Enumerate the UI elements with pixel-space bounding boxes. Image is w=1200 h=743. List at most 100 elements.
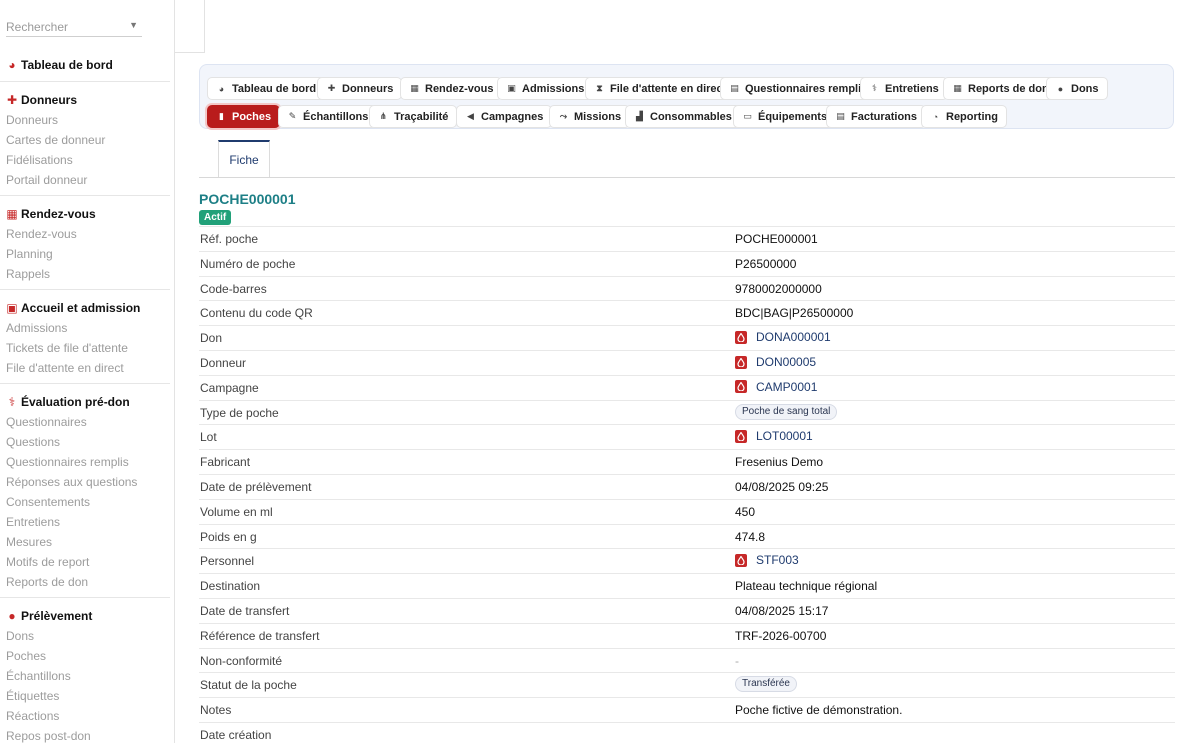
record-link[interactable]: STF003: [735, 553, 799, 567]
sidebar-section: ◕ Tableau de bord: [0, 55, 170, 75]
sidebar-section-header[interactable]: ▣ Accueil et admission: [0, 298, 170, 318]
table-row: Poids en g 474.8: [199, 523, 1175, 549]
record-link[interactable]: DONA000001: [735, 330, 831, 344]
sidebar-divider: [0, 383, 170, 384]
tab-label: Donneurs: [342, 82, 394, 95]
table-row: Non-conformité -: [199, 647, 1175, 673]
tab-echantillons[interactable]: ✎ Échantillons: [278, 105, 378, 128]
tab-fiche[interactable]: Fiche: [218, 140, 270, 178]
sidebar-divider: [0, 289, 170, 290]
tab-facturations[interactable]: ▤ Facturations: [826, 105, 927, 128]
tab-label: Admissions: [522, 82, 585, 95]
tab-dons[interactable]: ● Dons: [1046, 77, 1108, 100]
tab-consommables[interactable]: ▟ Consommables: [625, 105, 741, 128]
sidebar-item[interactable]: Poches: [0, 646, 170, 666]
sidebar-item[interactable]: Reports de don: [0, 572, 170, 592]
link-text: DON00005: [756, 355, 817, 369]
tab-entretiens[interactable]: ⚕ Entretiens: [860, 77, 948, 100]
pie-chart-icon: ◔: [932, 111, 939, 122]
tab-label: File d'attente en direct: [610, 82, 727, 95]
sidebar-item[interactable]: Motifs de report: [0, 552, 170, 572]
sidebar-item[interactable]: Tickets de file d'attente: [0, 338, 170, 358]
link-text: STF003: [756, 553, 799, 568]
sidebar-item[interactable]: Questions: [0, 432, 170, 452]
field-value: 450: [735, 504, 756, 519]
sidebar-section: ▦ Rendez-vous Rendez-vous Planning Rappels: [0, 204, 170, 284]
sidebar-section-header[interactable]: ● Prélèvement: [0, 606, 170, 626]
tab-questionnaires-remplis[interactable]: ▤ Questionnaires remplis: [720, 77, 877, 100]
link-text: LOT00001: [756, 429, 813, 444]
calendar-icon: ▦: [6, 207, 18, 221]
field-label: Date de transfert: [200, 604, 290, 618]
field-label: Non-conformité: [200, 653, 283, 668]
sidebar-item[interactable]: Rappels: [0, 264, 170, 284]
sidebar-section-title: Donneurs: [21, 93, 78, 107]
sidebar-section-header[interactable]: ▦ Rendez-vous: [0, 204, 170, 224]
record-link[interactable]: LOT00001: [735, 429, 813, 443]
sidebar-item[interactable]: Portail donneur: [0, 170, 170, 190]
field-label: Volume en ml: [200, 504, 273, 519]
table-row: Volume en ml 450: [199, 498, 1175, 524]
sidebar-item[interactable]: Questionnaires: [0, 412, 170, 432]
table-row: Statut de la poche Transférée: [199, 672, 1175, 697]
tab-poches[interactable]: ▮ Poches: [207, 105, 281, 128]
field-value: Fresenius Demo: [735, 455, 824, 470]
sidebar-item[interactable]: Fidélisations: [0, 150, 170, 170]
tab-tableau-de-bord[interactable]: ◕ Tableau de bord: [207, 77, 326, 100]
table-row: Numéro de poche P26500000: [199, 250, 1175, 276]
sidebar-item[interactable]: Échantillons: [0, 666, 170, 686]
sidebar-item[interactable]: Questionnaires remplis: [0, 452, 170, 472]
tab-file-d-attente-en-direct[interactable]: ⧗ File d'attente en direct: [585, 77, 736, 100]
sidebar-section-header[interactable]: ✚ Donneurs: [0, 90, 170, 110]
tab-admissions[interactable]: ▣ Admissions: [497, 77, 594, 100]
sidebar-item[interactable]: Planning: [0, 244, 170, 264]
tab-campagnes[interactable]: ◀ Campagnes: [456, 105, 553, 128]
search-select[interactable]: Rechercher ▼: [6, 17, 142, 37]
table-row: Destination Plateau technique régional: [199, 573, 1175, 598]
tab-label: Missions: [574, 110, 622, 123]
tab-reports-de-don[interactable]: ▦ Reports de don: [943, 77, 1058, 100]
table-row: Date de prélèvement 04/08/2025 09:25: [199, 474, 1175, 499]
field-label: Numéro de poche: [200, 256, 296, 271]
blood-bag-icon: ▮: [219, 111, 224, 121]
field-label: Don: [200, 331, 223, 346]
sidebar-item[interactable]: Dons: [0, 626, 170, 646]
sidebar-divider: [0, 597, 170, 598]
table-row: Don DONA000001: [199, 325, 1175, 350]
sidebar-item[interactable]: Consentements: [0, 492, 170, 512]
blood-drop-icon: [735, 330, 747, 344]
field-value: Plateau technique régional: [735, 579, 878, 594]
tab-reporting[interactable]: ◔ Reporting: [921, 105, 1007, 128]
tab-donneurs[interactable]: ✚ Donneurs: [317, 77, 403, 100]
field-label: Destination: [200, 579, 261, 594]
tab-label: Questionnaires remplis: [745, 82, 868, 95]
table-row: Contenu du code QR BDC|BAG|P26500000: [199, 300, 1175, 325]
table-row: Code-barres 9780002000000: [199, 275, 1175, 301]
tab-tracabilite[interactable]: ⋔ Traçabilité: [369, 105, 458, 128]
sidebar-item[interactable]: Repos post-don: [0, 726, 170, 743]
record-link[interactable]: CAMP0001: [735, 380, 817, 394]
record-link[interactable]: DON00005: [735, 355, 816, 369]
tab-rendez-vous[interactable]: ▦ Rendez-vous: [400, 77, 503, 100]
sidebar-divider: [0, 195, 170, 196]
field-label: Code-barres: [200, 281, 267, 296]
sidebar-item[interactable]: Cartes de donneur: [0, 130, 170, 150]
sidebar-item[interactable]: Admissions: [0, 318, 170, 338]
sidebar-item[interactable]: Entretiens: [0, 512, 170, 532]
sidebar-item[interactable]: Réponses aux questions: [0, 472, 170, 492]
sidebar-item[interactable]: Mesures: [0, 532, 170, 552]
sidebar-item[interactable]: File d'attente en direct: [0, 358, 170, 378]
sidebar-section-header[interactable]: ⚕ Évaluation pré-don: [0, 392, 170, 412]
tab-equipements[interactable]: ▭ Équipements: [733, 105, 837, 128]
sidebar-item[interactable]: Réactions: [0, 706, 170, 726]
sidebar-section: ● Prélèvement Dons Poches Échantillons Étique…: [0, 606, 170, 743]
network-icon: ⋔: [379, 111, 388, 121]
sidebar-item[interactable]: Rendez-vous: [0, 224, 170, 244]
sidebar-item[interactable]: Étiquettes: [0, 686, 170, 706]
topbar-block: [175, 0, 205, 53]
sidebar-item[interactable]: Donneurs: [0, 110, 170, 130]
field-value: 9780002000000: [735, 281, 822, 296]
blood-drop-icon: [735, 380, 747, 394]
sidebar-section-header[interactable]: ◕ Tableau de bord: [0, 55, 170, 75]
tab-missions[interactable]: ⤳ Missions: [549, 105, 631, 128]
